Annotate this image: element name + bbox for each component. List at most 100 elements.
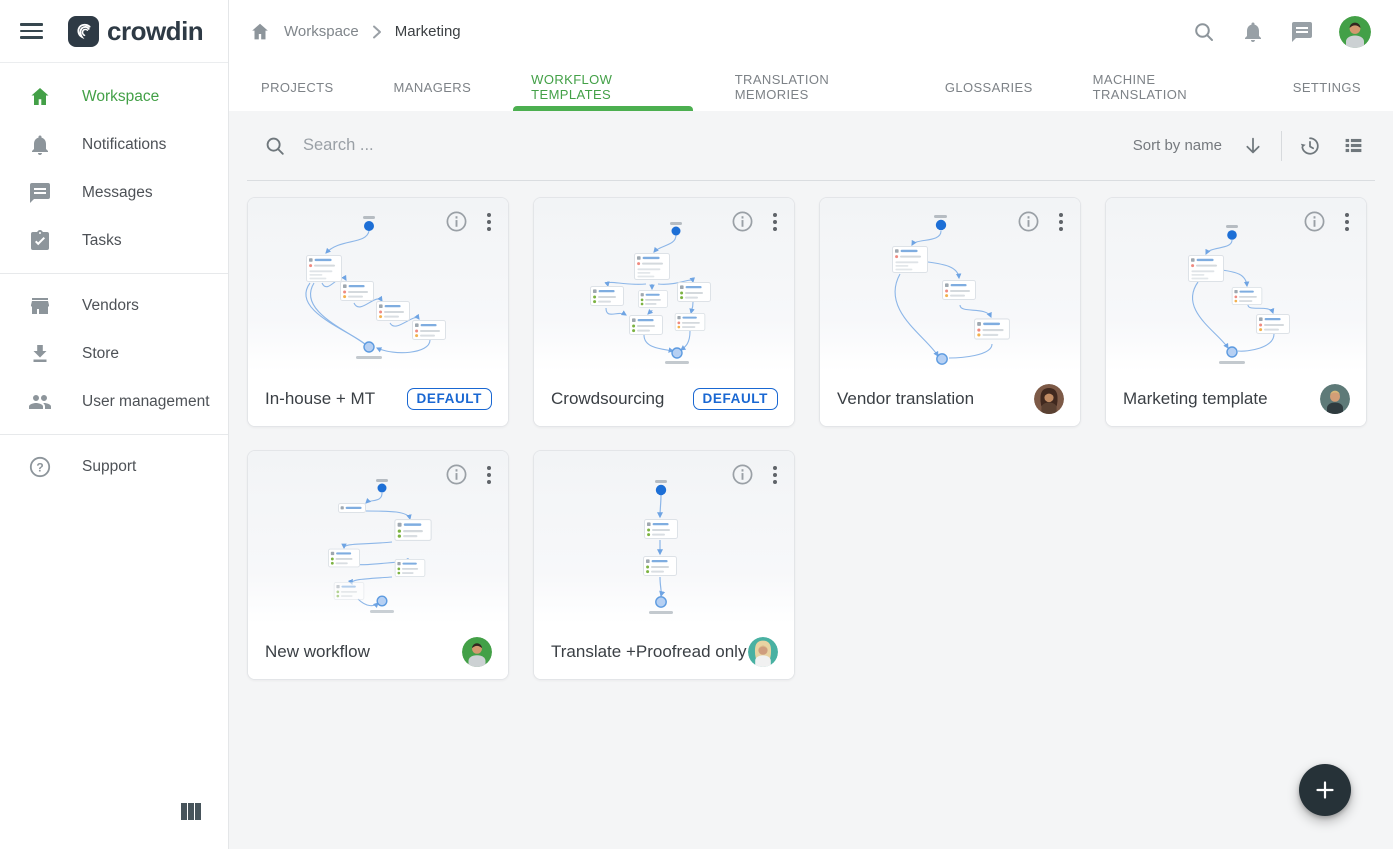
info-icon[interactable] [445,463,468,486]
kebab-menu-icon[interactable] [480,464,498,486]
hamburger-menu-icon[interactable] [20,19,44,43]
card-title: Marketing template [1123,389,1268,409]
crowdin-wordmark: crowdin [107,16,203,47]
card-footer: Vendor translation [820,371,1080,427]
workflow-card-crowdsourcing[interactable]: Crowdsourcing DEFAULT [533,197,795,427]
tab-settings[interactable]: SETTINGS [1263,63,1391,111]
woman-dark-hair-avatar [1034,384,1064,414]
sort-by-name-label[interactable]: Sort by name [1133,137,1222,154]
main-header: Workspace Marketing [229,0,1393,63]
sidebar-item-label: User management [82,393,210,411]
toolbar-right: Sort by name [1133,131,1375,161]
sidebar-item-label: Store [82,345,119,363]
search-icon[interactable] [1192,20,1216,44]
tasks-icon [28,229,52,253]
card-footer: Translate +Proofread only [534,624,794,680]
card-actions [731,463,784,486]
sidebar-item-label: Tasks [82,232,122,250]
crowdin-logo[interactable]: crowdin [68,16,203,47]
search-icon[interactable] [264,135,286,157]
sidebar-item-label: Notifications [82,136,166,154]
user-avatar[interactable] [1339,16,1371,48]
search-input[interactable] [303,136,723,155]
info-icon[interactable] [731,463,754,486]
workflow-thumbnail [534,198,794,371]
people-icon [28,390,52,414]
workflow-card-new-workflow[interactable]: New workflow [247,450,509,680]
sidebar-item-label: Workspace [82,88,159,106]
default-badge: DEFAULT [407,388,492,410]
card-footer: Marketing template [1106,371,1366,427]
info-icon[interactable] [731,210,754,233]
info-icon[interactable] [1303,210,1326,233]
sidebar-item-store[interactable]: Store [0,330,228,378]
storefront-icon [28,294,52,318]
card-actions [445,210,498,233]
sidebar-item-notifications[interactable]: Notifications [0,121,228,169]
sidebar-item-vendors[interactable]: Vendors [0,282,228,330]
tab-bar: PROJECTS MANAGERS WORKFLOW TEMPLATES TRA… [229,63,1393,111]
add-workflow-template-button[interactable] [1299,764,1351,816]
workflow-thumbnail [534,451,794,624]
help-icon: ? [28,455,52,479]
sidebar-divider [0,273,228,274]
sidebar-item-user-management[interactable]: User management [0,378,228,426]
plus-icon [1313,778,1337,802]
breadcrumb-workspace-link[interactable]: Workspace [284,23,359,40]
kebab-menu-icon[interactable] [480,211,498,233]
workflow-card-in-house-mt[interactable]: In-house + MT DEFAULT [247,197,509,427]
card-actions [1303,210,1356,233]
card-footer: Crowdsourcing DEFAULT [534,371,794,427]
card-footer: In-house + MT DEFAULT [248,371,508,427]
workflow-card-translate-proofread-only[interactable]: Translate +Proofread only [533,450,795,680]
template-cards-grid: In-house + MT DEFAULT [229,181,1393,696]
download-icon [28,342,52,366]
sidebar-header: crowdin [0,0,228,63]
kebab-menu-icon[interactable] [1338,211,1356,233]
woman-blonde-avatar [748,637,778,667]
breadcrumb-home-icon[interactable] [249,21,271,43]
tab-machine-translation[interactable]: MACHINE TRANSLATION [1063,63,1263,111]
sidebar-item-support[interactable]: ? Support [0,443,228,491]
search-bar [247,135,1133,157]
breadcrumb: Workspace Marketing [249,21,461,43]
card-title: In-house + MT [265,389,375,409]
man-green-avatar [462,637,492,667]
toolbar-divider [1281,131,1282,161]
columns-view-icon[interactable] [181,803,201,821]
workflow-thumbnail [248,451,508,624]
default-badge: DEFAULT [693,388,778,410]
bell-icon [28,133,52,157]
messages-icon[interactable] [1290,20,1314,44]
info-icon[interactable] [445,210,468,233]
tab-workflow-templates[interactable]: WORKFLOW TEMPLATES [501,63,705,111]
man-blond-avatar [1320,384,1350,414]
sidebar-item-tasks[interactable]: Tasks [0,217,228,265]
tab-managers[interactable]: MANAGERS [364,63,502,111]
tab-glossaries[interactable]: GLOSSARIES [915,63,1063,111]
list-view-icon[interactable] [1343,135,1365,157]
history-icon[interactable] [1299,135,1321,157]
kebab-menu-icon[interactable] [766,211,784,233]
workflow-card-vendor-translation[interactable]: Vendor translation [819,197,1081,427]
notifications-bell-icon[interactable] [1241,20,1265,44]
kebab-menu-icon[interactable] [1052,211,1070,233]
sidebar-item-messages[interactable]: Messages [0,169,228,217]
kebab-menu-icon[interactable] [766,464,784,486]
sort-direction-arrow-icon[interactable] [1242,135,1264,157]
info-icon[interactable] [1017,210,1040,233]
card-footer: New workflow [248,624,508,680]
svg-text:?: ? [36,460,43,474]
home-icon [28,85,52,109]
tab-projects[interactable]: PROJECTS [231,63,364,111]
message-icon [28,181,52,205]
sidebar-item-label: Support [82,458,136,476]
tab-translation-memories[interactable]: TRANSLATION MEMORIES [705,63,915,111]
workflow-card-marketing-template[interactable]: Marketing template [1105,197,1367,427]
sidebar-item-label: Messages [82,184,153,202]
sidebar-item-workspace[interactable]: Workspace [0,73,228,121]
workflow-thumbnail [1106,198,1366,371]
sidebar: crowdin Workspace Notifications Messages [0,0,229,849]
content-area: Sort by name [229,111,1393,849]
sidebar-nav: Workspace Notifications Messages Tasks [0,63,228,491]
